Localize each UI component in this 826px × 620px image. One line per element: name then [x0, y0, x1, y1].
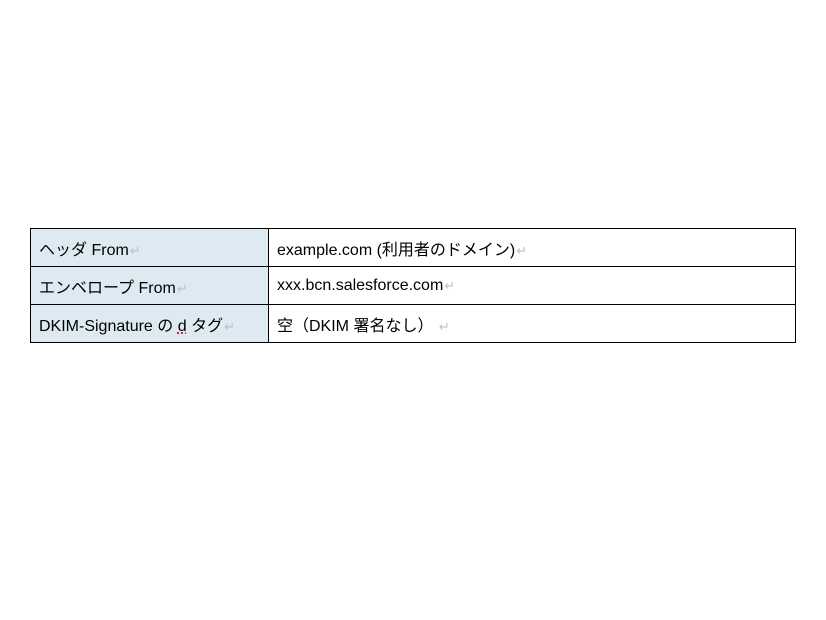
- label-cell-envelope-from: エンベロープ From↵: [31, 267, 269, 305]
- label-text: From: [134, 280, 176, 297]
- value-text: xxx.bcn.salesforce.com: [277, 277, 443, 294]
- table-row: ヘッダ From↵ example.com (利用者のドメイン)↵: [31, 229, 796, 267]
- label-text: ヘッダ: [39, 242, 87, 259]
- value-cell-envelope-from: xxx.bcn.salesforce.com↵: [269, 267, 796, 305]
- value-cell-header-from: example.com (利用者のドメイン)↵: [269, 229, 796, 267]
- value-cell-dkim-signature: 空（DKIM 署名なし） ↵: [269, 305, 796, 343]
- label-cell-header-from: ヘッダ From↵: [31, 229, 269, 267]
- email-header-table: ヘッダ From↵ example.com (利用者のドメイン)↵ エンベロープ…: [30, 228, 796, 343]
- paragraph-mark-icon: ↵: [130, 243, 141, 259]
- email-header-table-container: ヘッダ From↵ example.com (利用者のドメイン)↵ エンベロープ…: [30, 228, 796, 343]
- label-text: From: [87, 242, 129, 259]
- label-text: DKIM-Signature の: [39, 318, 178, 335]
- table-row: DKIM-Signature の d タグ↵ 空（DKIM 署名なし） ↵: [31, 305, 796, 343]
- paragraph-mark-icon: ↵: [516, 243, 527, 259]
- value-text: 空（DKIM 署名なし）: [277, 318, 438, 335]
- value-text: example.com (利用者のドメイン): [277, 242, 515, 259]
- label-text: エンベロープ: [39, 280, 134, 297]
- label-text-dotted: d: [178, 318, 187, 335]
- paragraph-mark-icon: ↵: [224, 319, 235, 335]
- paragraph-mark-icon: ↵: [177, 281, 188, 297]
- label-text: タグ: [187, 318, 223, 335]
- label-cell-dkim-signature: DKIM-Signature の d タグ↵: [31, 305, 269, 343]
- table-row: エンベロープ From↵ xxx.bcn.salesforce.com↵: [31, 267, 796, 305]
- paragraph-mark-icon: ↵: [444, 278, 455, 294]
- paragraph-mark-icon: ↵: [439, 319, 450, 335]
